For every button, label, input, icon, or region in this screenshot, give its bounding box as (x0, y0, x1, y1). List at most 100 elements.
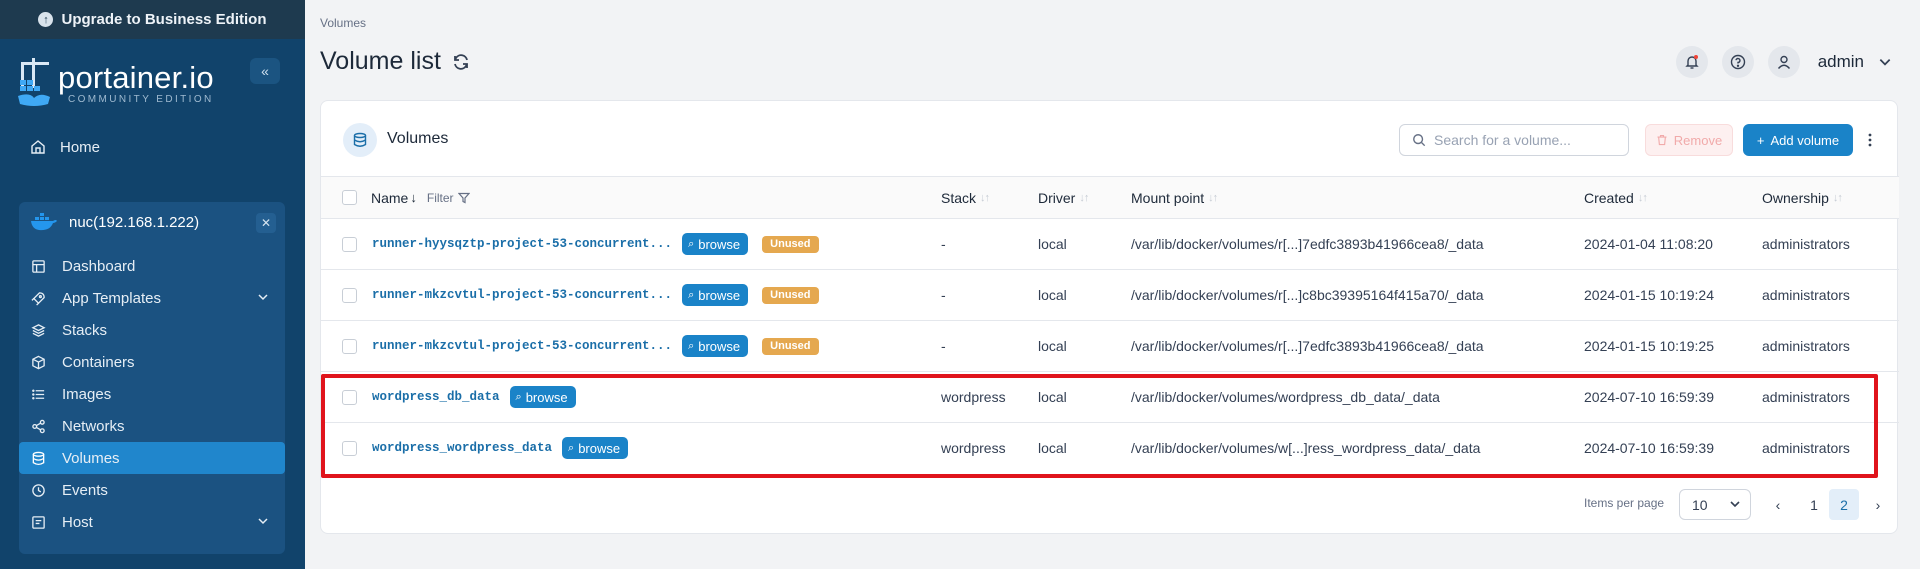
column-header-ownership[interactable]: Ownership ↓↑ (1762, 177, 1843, 218)
page-button-2[interactable]: 2 (1829, 489, 1859, 520)
box-icon (30, 354, 46, 370)
add-volume-button[interactable]: + Add volume (1743, 124, 1853, 156)
chevron-down-icon[interactable] (1878, 55, 1892, 69)
ownership-cell: administrators (1762, 236, 1850, 252)
browse-button[interactable]: ⌕ browse (509, 386, 576, 408)
page-size-select[interactable]: 10 (1679, 489, 1751, 520)
column-header-mount-point[interactable]: Mount point ↓↑ (1131, 177, 1218, 218)
trash-icon (1657, 134, 1667, 146)
column-header-stack[interactable]: Stack ↓↑ (941, 177, 990, 218)
help-circle-icon (1730, 54, 1745, 70)
sort-down-icon: ↓ (410, 190, 417, 205)
column-filter[interactable]: Filter (427, 191, 470, 205)
home-icon (31, 140, 45, 154)
user-icon (1777, 55, 1790, 69)
bell-icon (1684, 55, 1699, 69)
ownership-cell: administrators (1762, 389, 1850, 405)
sidebar-item-label: Volumes (62, 449, 120, 467)
name-cell: runner-mkzcvtul-project-53-concurrent...… (372, 270, 819, 320)
refresh-icon[interactable] (451, 52, 471, 72)
user-avatar[interactable] (1767, 46, 1800, 78)
search-icon: ⌕ (688, 237, 695, 250)
next-page-button[interactable]: › (1863, 489, 1893, 520)
sidebar-item-host[interactable]: Host (19, 506, 285, 538)
dashboard-icon (30, 258, 46, 274)
mount-point-cell: /var/lib/docker/volumes/r[...]7edfc3893b… (1131, 338, 1484, 354)
sidebar-item-label: Stacks (62, 321, 108, 339)
collapse-sidebar-button[interactable]: « (250, 58, 280, 84)
volume-name-link[interactable]: runner-mkzcvtul-project-53-concurrent... (372, 288, 672, 302)
volume-name-link[interactable]: runner-mkzcvtul-project-53-concurrent... (372, 339, 672, 353)
sidebar-item-events[interactable]: Events (19, 474, 285, 506)
card-header: Volumes Remove + Add volume (321, 101, 1899, 176)
browse-button[interactable]: ⌕ browse (682, 335, 749, 357)
mount-point-cell: /var/lib/docker/volumes/w[...]ress_wordp… (1131, 440, 1481, 456)
row-checkbox[interactable] (342, 423, 357, 473)
page-button-1[interactable]: 1 (1799, 489, 1829, 520)
volume-name-link[interactable]: runner-hyysqztp-project-53-concurrent... (372, 237, 672, 251)
upgrade-banner[interactable]: ↑ Upgrade to Business Edition (0, 0, 305, 39)
logo-text: portainer.io (58, 60, 214, 95)
chevron-down-icon (258, 518, 268, 525)
sidebar-item-label: Networks (62, 417, 125, 435)
select-all-checkbox[interactable] (342, 177, 357, 218)
stack-cell: wordpress (941, 440, 1006, 456)
top-bar: admin (1675, 46, 1892, 78)
search-icon: ⌕ (688, 288, 695, 301)
volume-name-link[interactable]: wordpress_wordpress_data (372, 441, 552, 455)
search-input[interactable] (1434, 132, 1614, 148)
sidebar-item-label: Events (62, 481, 108, 499)
sort-icon: ↓↑ (1208, 191, 1218, 204)
driver-cell: local (1038, 236, 1067, 252)
sidebar-item-home[interactable]: Home (30, 131, 100, 163)
mount-point-cell: /var/lib/docker/volumes/wordpress_db_dat… (1131, 389, 1440, 405)
table-row: wordpress_wordpress_data ⌕ browse wordpre… (321, 422, 1899, 473)
sidebar-item-networks[interactable]: Networks (19, 410, 285, 442)
sidebar-item-containers[interactable]: Containers (19, 346, 285, 378)
prev-page-button[interactable]: ‹ (1763, 489, 1793, 520)
logo-subtitle: COMMUNITY EDITION (68, 94, 214, 105)
sidebar-item-label: Containers (62, 353, 135, 371)
driver-cell: local (1038, 389, 1067, 405)
browse-button[interactable]: ⌕ browse (682, 284, 749, 306)
column-header-created[interactable]: Created ↓↑ (1584, 177, 1648, 218)
docker-icon (31, 213, 57, 231)
remove-button[interactable]: Remove (1645, 124, 1733, 156)
breadcrumb[interactable]: Volumes (320, 16, 366, 30)
sidebar-item-dashboard[interactable]: Dashboard (19, 250, 285, 282)
driver-cell: local (1038, 338, 1067, 354)
stacks-icon (30, 322, 46, 338)
share-icon (30, 418, 46, 434)
environment-header: nuc(192.168.1.222) ✕ (19, 202, 285, 242)
sidebar-item-stacks[interactable]: Stacks (19, 314, 285, 346)
search-icon: ⌕ (688, 339, 695, 352)
unused-badge: Unused (762, 337, 819, 355)
environment-name: nuc(192.168.1.222) (69, 214, 200, 231)
created-cell: 2024-01-15 10:19:24 (1584, 287, 1714, 303)
sort-icon: ↓↑ (980, 191, 990, 204)
row-checkbox[interactable] (342, 270, 357, 320)
notifications-button[interactable] (1675, 46, 1708, 78)
help-button[interactable] (1721, 46, 1754, 78)
sidebar-item-volumes[interactable]: Volumes (19, 442, 285, 474)
column-header-driver[interactable]: Driver ↓↑ (1038, 177, 1089, 218)
card-title: Volumes (387, 130, 449, 147)
page-title-text: Volume list (320, 47, 441, 75)
sidebar-item-app-templates[interactable]: App Templates (19, 282, 285, 314)
row-checkbox[interactable] (342, 219, 357, 269)
volume-name-link[interactable]: wordpress_db_data (372, 390, 500, 404)
more-options-button[interactable] (1862, 128, 1878, 152)
close-environment-button[interactable]: ✕ (256, 213, 276, 233)
row-checkbox[interactable] (342, 372, 357, 422)
browse-button[interactable]: ⌕ browse (682, 233, 749, 255)
portainer-logo-icon (18, 58, 50, 106)
search-box[interactable] (1399, 124, 1629, 156)
column-header-name[interactable]: Name ↓ Filter (371, 177, 470, 218)
browse-button[interactable]: ⌕ browse (562, 437, 629, 459)
stack-cell: - (941, 338, 946, 354)
name-cell: runner-hyysqztp-project-53-concurrent...… (372, 219, 819, 269)
sidebar-item-images[interactable]: Images (19, 378, 285, 410)
row-checkbox[interactable] (342, 321, 357, 371)
user-name[interactable]: admin (1818, 52, 1864, 72)
search-icon: ⌕ (568, 441, 575, 454)
